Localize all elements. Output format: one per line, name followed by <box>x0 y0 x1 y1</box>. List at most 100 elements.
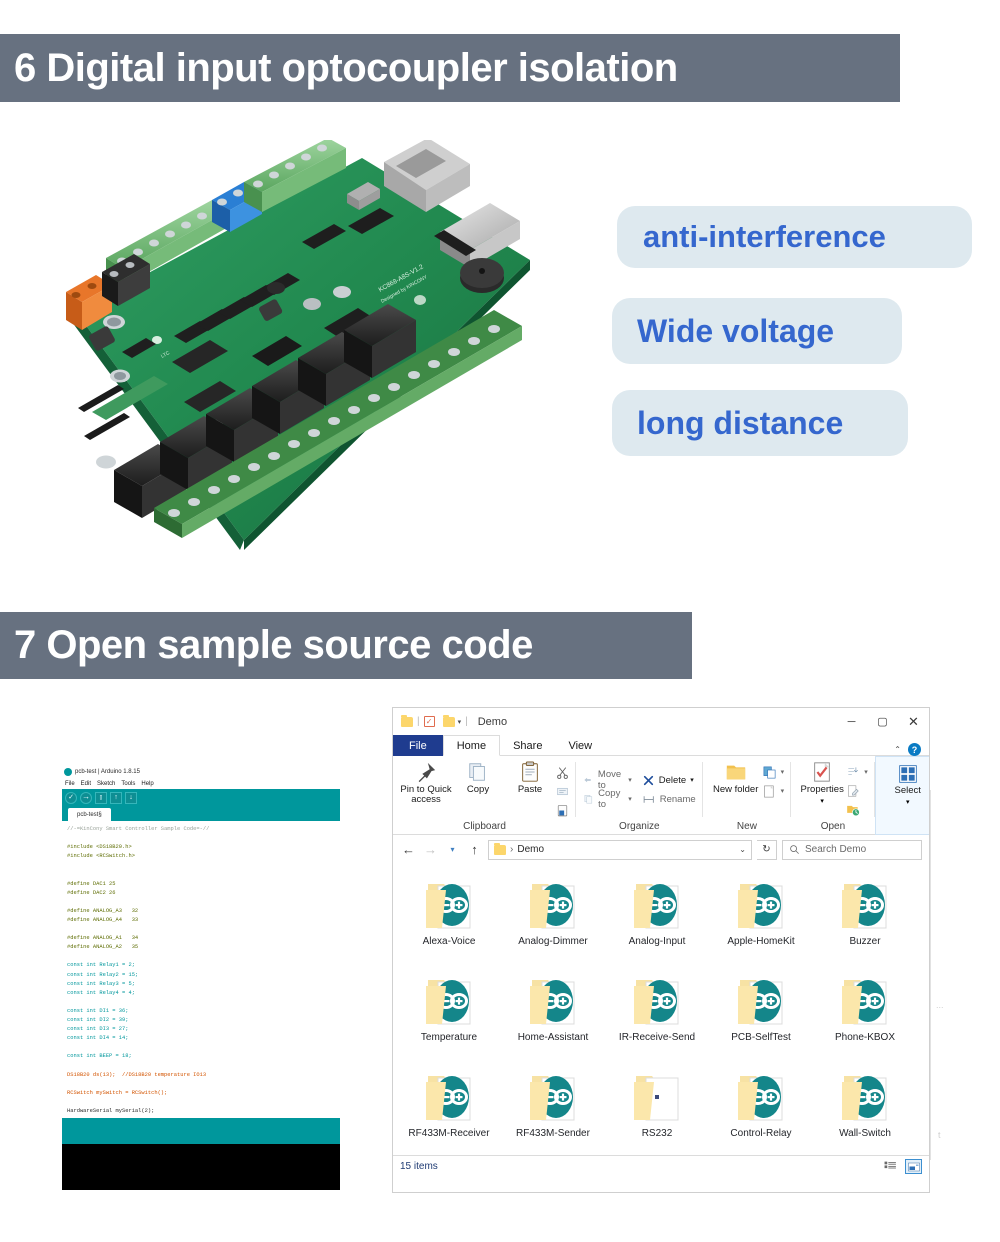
search-icon <box>790 845 799 854</box>
file-tile[interactable]: RS232 <box>605 1064 709 1160</box>
file-tile[interactable]: Wall-Switch <box>813 1064 917 1160</box>
tab-view[interactable]: View <box>555 735 605 756</box>
paste-button[interactable]: Paste <box>504 761 556 795</box>
chevron-up-icon[interactable]: ⌃ <box>894 745 901 754</box>
code-line: RCSwitch mySwitch = RCSwitch(); <box>67 1089 168 1096</box>
ide-menu-sketch[interactable]: Sketch <box>97 781 115 787</box>
open-icon[interactable]: ↑ <box>110 791 122 804</box>
cut-button[interactable] <box>556 763 569 781</box>
ide-toolbar[interactable]: ✓ → ▯ ↑ ↓ <box>62 789 340 806</box>
folder-icon[interactable] <box>442 714 455 727</box>
file-tile[interactable]: RF433M-Receiver <box>397 1064 501 1160</box>
chevron-down-icon[interactable]: ▾ <box>820 797 824 805</box>
ide-menu-bar[interactable]: File Edit Sketch Tools Help <box>62 778 340 789</box>
file-tile[interactable]: RF433M-Sender <box>501 1064 605 1160</box>
minimize-button[interactable]: ─ <box>836 708 867 735</box>
move-to-button[interactable]: Move to ▾ <box>583 769 632 791</box>
file-tile[interactable]: Analog-Dimmer <box>501 872 605 968</box>
chevron-down-icon[interactable]: ▾ <box>628 776 632 784</box>
ide-sketch-tab[interactable]: pcb-test§ <box>68 808 111 821</box>
chevron-down-icon[interactable]: ▾ <box>781 768 785 776</box>
refresh-icon[interactable]: ↻ <box>757 839 777 860</box>
ribbon-button-label: Pin to Quick access <box>400 784 452 805</box>
back-arrow-icon[interactable]: ← <box>400 841 417 858</box>
recent-locations-icon[interactable]: ▾ <box>444 841 461 858</box>
upload-icon[interactable]: → <box>80 791 92 804</box>
item-count: 15 items <box>400 1161 438 1172</box>
dropdown-icon[interactable]: ▾ <box>458 718 462 726</box>
separator: | <box>465 716 468 727</box>
ide-menu-edit[interactable]: Edit <box>81 781 91 787</box>
copy-button[interactable]: Copy <box>452 761 504 795</box>
new-item-button[interactable]: ▾ <box>762 763 785 781</box>
file-tile[interactable]: PCB-SelfTest <box>709 968 813 1064</box>
navigation-bar[interactable]: ← → ▾ ↑ › Demo ⌄ ↻ Search Demo <box>393 835 929 864</box>
checkbox-icon[interactable]: ✓ <box>423 716 435 727</box>
easy-access-button[interactable]: ▾ <box>762 782 785 800</box>
ide-menu-help[interactable]: Help <box>141 781 153 787</box>
ide-tab-row[interactable]: pcb-test§ <box>62 806 340 821</box>
tab-share[interactable]: Share <box>500 735 555 756</box>
file-tile[interactable]: Buzzer <box>813 872 917 968</box>
save-icon[interactable]: ↓ <box>125 791 137 804</box>
arduino-folder-icon <box>530 980 575 1025</box>
file-tile[interactable]: Home-Assistant <box>501 968 605 1064</box>
new-icon[interactable]: ▯ <box>95 791 107 804</box>
properties-icon <box>814 762 830 782</box>
copy-to-button[interactable]: Copy to ▾ <box>583 788 632 810</box>
arduino-ide-window[interactable]: pcb-test | Arduino 1.8.15 File Edit Sket… <box>62 765 340 1190</box>
select-button[interactable]: Select ▾ <box>883 764 929 806</box>
chevron-down-icon[interactable]: ▾ <box>690 776 694 784</box>
paste-shortcut-button[interactable] <box>556 801 569 819</box>
details-view-icon[interactable] <box>882 1159 899 1174</box>
up-arrow-icon[interactable]: ↑ <box>466 841 483 858</box>
window-controls[interactable]: ─ ▢ ✕ <box>836 708 929 735</box>
verify-icon[interactable]: ✓ <box>65 791 77 804</box>
address-bar[interactable]: › Demo ⌄ <box>488 839 752 860</box>
ide-menu-tools[interactable]: Tools <box>121 781 135 787</box>
rename-button[interactable]: Rename <box>642 790 696 808</box>
ide-menu-file[interactable]: File <box>65 781 75 787</box>
file-grid[interactable]: Alexa-Voice Analog-Dimmer Analog-Input Appl… <box>397 872 929 1160</box>
search-box[interactable]: Search Demo <box>782 839 922 860</box>
chevron-down-icon[interactable]: ▾ <box>906 798 910 806</box>
delete-button[interactable]: Delete ▾ <box>642 771 696 789</box>
file-tile[interactable]: Temperature <box>397 968 501 1064</box>
breadcrumb-demo[interactable]: Demo <box>517 844 544 855</box>
copy-path-button[interactable] <box>556 782 569 800</box>
chevron-down-icon[interactable]: ▾ <box>628 795 632 803</box>
folder-icon[interactable] <box>401 714 413 727</box>
tab-file[interactable]: File <box>393 735 443 756</box>
chevron-down-icon[interactable]: ⌄ <box>739 845 746 854</box>
file-explorer-window[interactable]: | ✓ ▾ | Demo ─ ▢ ✕ File Home Share View … <box>392 707 930 1193</box>
close-button[interactable]: ✕ <box>898 708 929 735</box>
file-tile[interactable]: Alexa-Voice <box>397 872 501 968</box>
open-with-button[interactable]: ▾ <box>846 763 868 781</box>
file-tile[interactable]: Control-Relay <box>709 1064 813 1160</box>
ribbon[interactable]: Pin to Quick access Copy Paste Clipboard… <box>393 756 929 835</box>
ribbon-tab-bar[interactable]: File Home Share View ⌃ ? <box>393 735 929 756</box>
history-button[interactable] <box>846 801 868 819</box>
maximize-button[interactable]: ▢ <box>867 708 898 735</box>
properties-button[interactable]: Properties ▾ <box>798 761 846 805</box>
code-line: const int Relay1 = 2; <box>67 962 135 969</box>
ide-code-editor[interactable]: //-=KinCony Smart Controller Sample Code… <box>62 821 340 1118</box>
chevron-down-icon[interactable]: ▾ <box>781 787 785 795</box>
code-line: #define ANALOG_A3 32 <box>67 907 139 914</box>
file-list-area[interactable]: Alexa-Voice Analog-Dimmer Analog-Input Appl… <box>393 864 929 1155</box>
feature-pill-anti-interference: anti-interference <box>617 206 972 268</box>
file-tile[interactable]: Phone-KBOX <box>813 968 917 1064</box>
file-tile[interactable]: IR-Receive-Send <box>605 968 709 1064</box>
edit-button[interactable] <box>846 782 868 800</box>
file-tile[interactable]: Apple-HomeKit <box>709 872 813 968</box>
new-folder-button[interactable]: New folder <box>710 761 762 795</box>
tab-home[interactable]: Home <box>442 735 501 756</box>
forward-arrow-icon[interactable]: → <box>422 841 439 858</box>
pin-to-quick-access-button[interactable]: Pin to Quick access <box>400 761 452 805</box>
chevron-down-icon[interactable]: ▾ <box>864 768 868 776</box>
help-icon[interactable]: ? <box>908 743 921 756</box>
large-icons-view-icon[interactable] <box>905 1159 922 1174</box>
edit-icon <box>848 785 859 797</box>
file-tile[interactable]: Analog-Input <box>605 872 709 968</box>
